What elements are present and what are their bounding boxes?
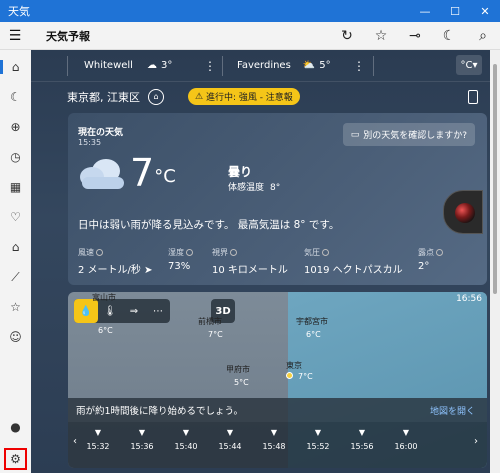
weather-alert-badge[interactable]: ⚠ 進行中: 強風 - 注意報 — [188, 88, 300, 105]
timeline-tick[interactable]: ▼ 15:52 — [306, 428, 330, 451]
location-faverdines[interactable]: Faverdines ⛅ 5° — [237, 60, 353, 71]
weather-condition: 曇り — [228, 165, 253, 179]
forecast-summary: 日中は弱い雨が降る見込みです。 最高気温は 8° です。 — [78, 219, 340, 231]
forecast-icon[interactable]: ☾ — [0, 86, 31, 108]
map-city: 前橋市 — [198, 317, 222, 326]
cloud-icon — [80, 159, 124, 189]
map-city-temp: 7°C — [298, 372, 313, 381]
maximize-button[interactable]: ☐ — [440, 0, 470, 22]
app-bar: ☰ 天気予報 ↻ ☆ ⊸ ☾ ⌕ — [0, 22, 500, 50]
divider — [67, 55, 68, 76]
sidebar: ⌂ ☾ ⊕ ◷ ▦ ♡ ⌂ ⟋ ☆ ☺ ● ⚙ — [0, 50, 31, 473]
lifestyle-icon[interactable]: ♡ — [0, 206, 31, 228]
more-options-icon[interactable]: ⋮ — [353, 59, 365, 73]
humidity-stat: 湿度 73% — [168, 247, 212, 276]
location-name: Faverdines — [237, 60, 291, 71]
timeline-next-icon[interactable]: › — [474, 436, 478, 447]
scrollbar[interactable] — [490, 50, 500, 473]
timeline-tick[interactable]: ▼ 16:00 — [394, 428, 418, 451]
app-title: 天気予報 — [46, 29, 90, 43]
chat-icon: ▭ — [350, 129, 360, 140]
map-city: 富山市 — [92, 293, 116, 302]
location-temp: 3° — [160, 60, 173, 71]
timeline-tick[interactable]: ▼ 15:36 — [130, 428, 154, 451]
timeline-tick[interactable]: ▼ 15:40 — [174, 428, 198, 451]
more-layers-icon[interactable]: ⋯ — [146, 299, 170, 323]
location-name: Whitewell — [84, 60, 133, 71]
phone-icon[interactable] — [468, 90, 478, 104]
divider — [373, 55, 374, 76]
home-icon[interactable]: ⌂ — [148, 88, 164, 105]
search-icon[interactable]: ⌕ — [466, 28, 500, 44]
current-weather-label: 現在の天気 — [78, 128, 124, 138]
account-avatar-icon[interactable]: ● — [0, 416, 31, 438]
location-temp: 5° — [319, 60, 331, 71]
refresh-icon[interactable]: ↻ — [330, 28, 364, 44]
hamburger-menu-icon[interactable]: ☰ — [0, 28, 30, 44]
close-button[interactable]: ✕ — [470, 0, 500, 22]
dark-mode-moon-icon[interactable]: ☾ — [432, 28, 466, 44]
map-time: 16:56 — [456, 294, 482, 304]
partly-cloudy-icon: ⛅ — [302, 60, 316, 71]
map-city: 甲府市 — [226, 365, 250, 374]
more-options-icon[interactable]: ⋮ — [204, 59, 216, 73]
favorite-star-icon[interactable]: ☆ — [364, 28, 398, 44]
map-timeline: ‹ ▼ 15:32 ▼ 15:36 ▼ 15:40 ▼ 15:44 ▼ 15:48 ▼ 15… — [68, 422, 487, 468]
map-city-temp: 7°C — [208, 330, 223, 339]
calendar-icon[interactable]: ▦ — [0, 176, 31, 198]
timeline-prev-icon[interactable]: ‹ — [73, 436, 77, 447]
rain-forecast-text: 雨が約1時間後に降り始めるでしょう。 — [76, 406, 243, 417]
air-quality-icon[interactable]: ⌂ — [0, 236, 31, 258]
rain-forecast-bar: 雨が約1時間後に降り始めるでしょう。 地図を開く — [68, 398, 487, 422]
scrollbar-thumb[interactable] — [493, 64, 497, 294]
maps-globe-icon[interactable]: ⊕ — [0, 116, 31, 138]
feedback-smiley-icon[interactable]: ☺ — [0, 326, 31, 348]
timeline-tick[interactable]: ▼ 15:32 — [86, 428, 110, 451]
location-whitewell[interactable]: Whitewell ☁ 3° — [84, 60, 204, 71]
favorite-locations-bar: Whitewell ☁ 3° ⋮ Faverdines ⛅ 5° ⋮ °C ▾ — [31, 50, 490, 82]
current-location-marker[interactable] — [286, 372, 293, 379]
wind-layer-icon[interactable]: ⇒ — [122, 299, 146, 323]
weather-map[interactable]: 💧 🌡 ⇒ ⋯ 3D 16:56 富山市 前橋市 7°C 宇都宮市 6°C 甲府… — [68, 292, 487, 468]
window-title: 天気 — [8, 5, 30, 18]
current-weather-card: 現在の天気 15:35 ▭ 別の天気を確認しますか? 7°C 曇り 体感温度 8°… — [68, 113, 487, 285]
timeline-tick[interactable]: ▼ 15:48 — [262, 428, 286, 451]
dew-point-stat: 露点 2° — [418, 247, 458, 276]
history-clock-icon[interactable]: ◷ — [0, 146, 31, 168]
pressure-stat: 気圧 1019 ヘクトパスカル — [304, 248, 403, 276]
map-city: 宇都宮市 — [296, 317, 328, 326]
map-city-temp: 6°C — [306, 330, 321, 339]
orb-icon — [455, 203, 475, 223]
feels-like: 体感温度 8° — [228, 183, 281, 193]
unit-toggle-button[interactable]: °C ▾ — [456, 55, 482, 75]
divider — [222, 55, 223, 76]
current-temperature: 7°C — [130, 151, 176, 195]
timeline-tick[interactable]: ▼ 15:56 — [350, 428, 374, 451]
home-icon[interactable]: ⌂ — [0, 56, 31, 78]
location-name: 東京都, 江東区 — [67, 90, 140, 104]
visibility-stat: 視界 10 キロメートル — [212, 248, 288, 276]
pin-icon[interactable]: ⊸ — [398, 28, 432, 44]
weather-details: 風速 2 メートル/秒 ➤ 湿度 73% 視界 10 キロメートル 気圧 1019 ヘク… — [78, 247, 478, 276]
floating-orb-widget[interactable] — [443, 190, 483, 234]
map-city-temp: 6°C — [98, 326, 113, 335]
cloud-icon: ☁ — [146, 60, 157, 71]
main-content: Whitewell ☁ 3° ⋮ Faverdines ⛅ 5° ⋮ °C ▾ 東… — [31, 50, 490, 473]
trends-chart-icon[interactable]: ⟋ — [0, 266, 31, 288]
minimize-button[interactable]: — — [410, 0, 440, 22]
location-header: 東京都, 江東区 ⌂ ⚠ 進行中: 強風 - 注意報 — [67, 88, 300, 105]
different-weather-button[interactable]: ▭ 別の天気を確認しますか? — [342, 123, 475, 146]
map-layer-toolbar: 💧 🌡 ⇒ ⋯ — [74, 299, 170, 323]
highlight-box — [4, 448, 27, 470]
current-time: 15:35 — [78, 138, 102, 147]
map-city-temp: 5°C — [234, 378, 249, 387]
timeline-tick[interactable]: ▼ 15:44 — [218, 428, 242, 451]
wind-stat: 風速 2 メートル/秒 ➤ — [78, 248, 153, 276]
open-map-link[interactable]: 地図を開く — [430, 404, 475, 417]
favorites-list-icon[interactable]: ☆ — [0, 296, 31, 318]
map-city: 東京 — [286, 361, 302, 370]
window-titlebar: 天気 — ☐ ✕ — [0, 0, 500, 22]
